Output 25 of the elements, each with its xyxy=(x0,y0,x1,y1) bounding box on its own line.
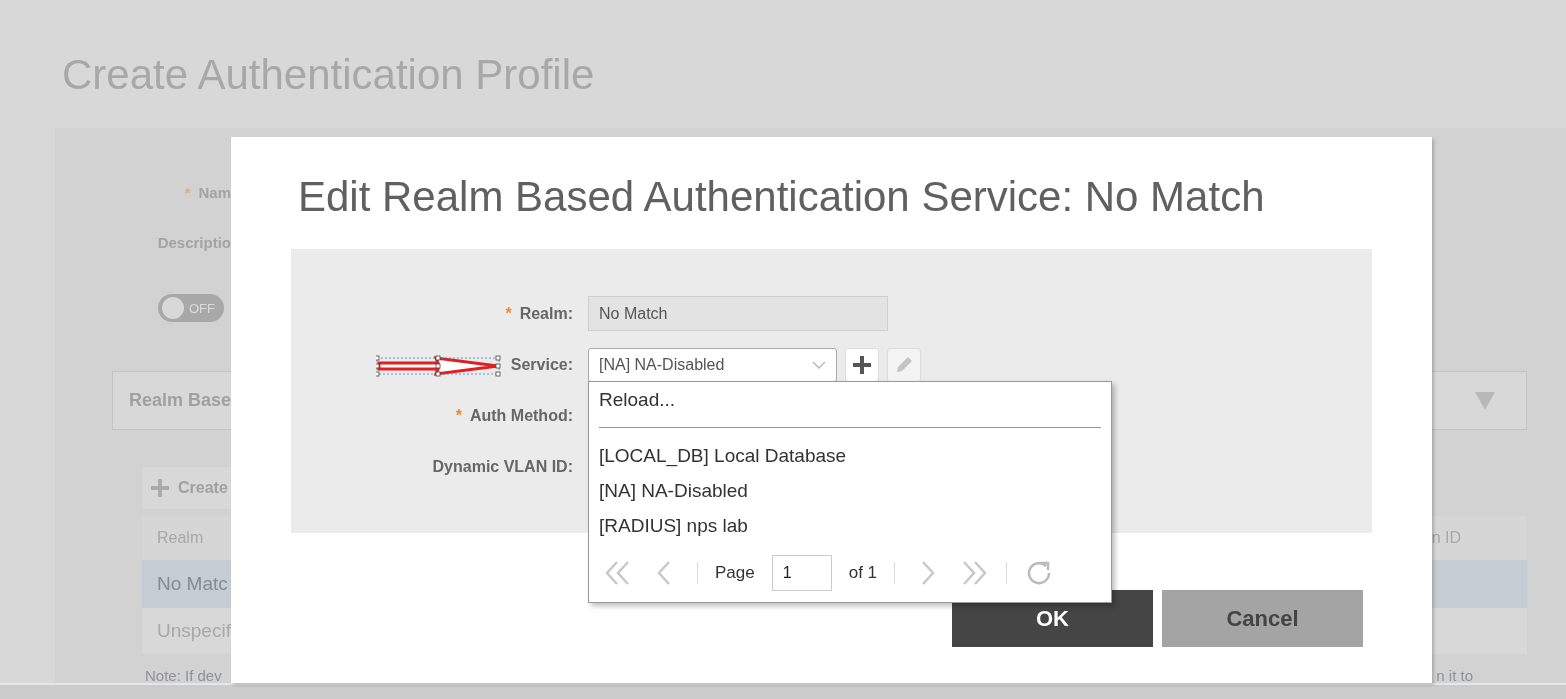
dropdown-option[interactable]: [LOCAL_DB] Local Database xyxy=(599,438,1101,473)
page-label: Page xyxy=(715,563,755,583)
page-field[interactable]: 1 xyxy=(771,555,832,591)
reload-option[interactable]: Reload... xyxy=(599,388,1101,418)
note-text: n it to xyxy=(1436,667,1473,684)
field-label: Dynamic VLAN ID: xyxy=(432,457,573,476)
edit-button[interactable] xyxy=(887,347,921,382)
field-label: * Auth Method: xyxy=(455,406,573,425)
triangle-icon xyxy=(1474,390,1496,411)
field-label: * Realm: xyxy=(505,304,573,323)
dropdown-option[interactable]: [NA] NA-Disabled xyxy=(599,473,1101,508)
page-count: of 1 xyxy=(848,563,878,583)
note-text: Note: If dev xyxy=(145,667,222,684)
service-dropdown[interactable]: [NA] NA-Disabled xyxy=(588,347,837,382)
chevron-down-icon xyxy=(812,360,826,369)
pencil-icon xyxy=(894,354,914,375)
plus-icon xyxy=(150,478,170,498)
dialog-title: Edit Realm Based Authentication Service: No Match xyxy=(298,172,1266,222)
dropdown-option[interactable]: [RADIUS] nps lab xyxy=(599,508,1101,543)
plus-icon xyxy=(852,354,872,375)
add-button[interactable] xyxy=(845,347,879,382)
field-label: Service: xyxy=(510,355,573,374)
scrollbar[interactable] xyxy=(0,683,1566,699)
cancel-button[interactable]: Cancel xyxy=(1162,590,1363,647)
realm-field[interactable]: No Match xyxy=(588,296,888,331)
